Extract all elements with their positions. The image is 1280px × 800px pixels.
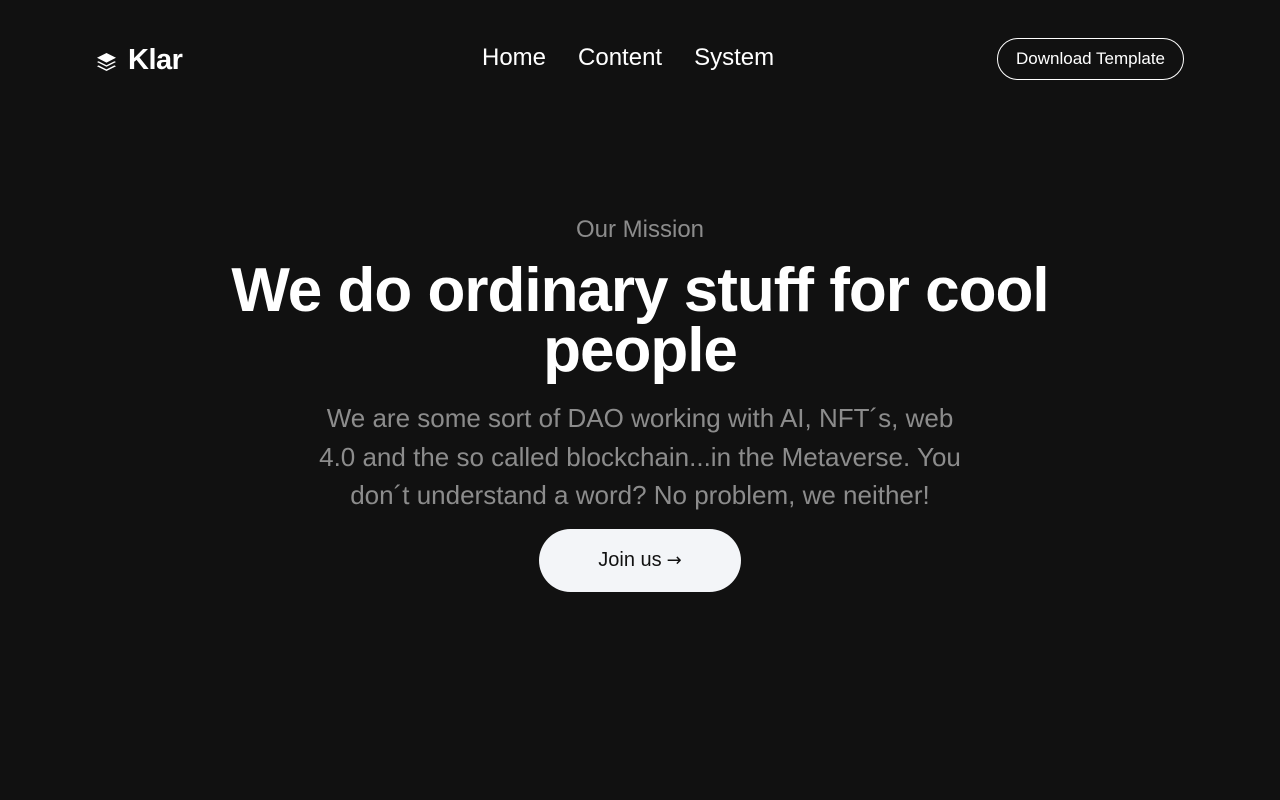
join-us-label: Join us	[598, 548, 662, 571]
hero-eyebrow: Our Mission	[575, 216, 705, 243]
nav-link-content[interactable]: Content	[578, 44, 662, 72]
hero-section: Our Mission We do ordinary stuff for coo…	[0, 205, 1280, 592]
hero-subtext: We are some sort of DAO working with AI,…	[319, 403, 961, 510]
brand-name: Klar	[128, 43, 183, 76]
brand-logo-link[interactable]: Klar	[96, 40, 183, 80]
layers-icon	[96, 51, 117, 72]
nav-link-system[interactable]: System	[694, 44, 774, 72]
join-us-button[interactable]: Join us →	[539, 528, 741, 592]
download-template-button[interactable]: Download Template	[997, 38, 1184, 80]
hero-headline: We do ordinary stuff for cool people	[231, 256, 1049, 385]
nav-link-home[interactable]: Home	[482, 44, 546, 72]
site-header: Klar Home Content System Download Templa…	[0, 0, 1280, 118]
arrow-right-icon: →	[666, 549, 682, 571]
page: Klar Home Content System Download Templa…	[0, 0, 1280, 800]
main-nav: Home Content System	[482, 38, 774, 78]
